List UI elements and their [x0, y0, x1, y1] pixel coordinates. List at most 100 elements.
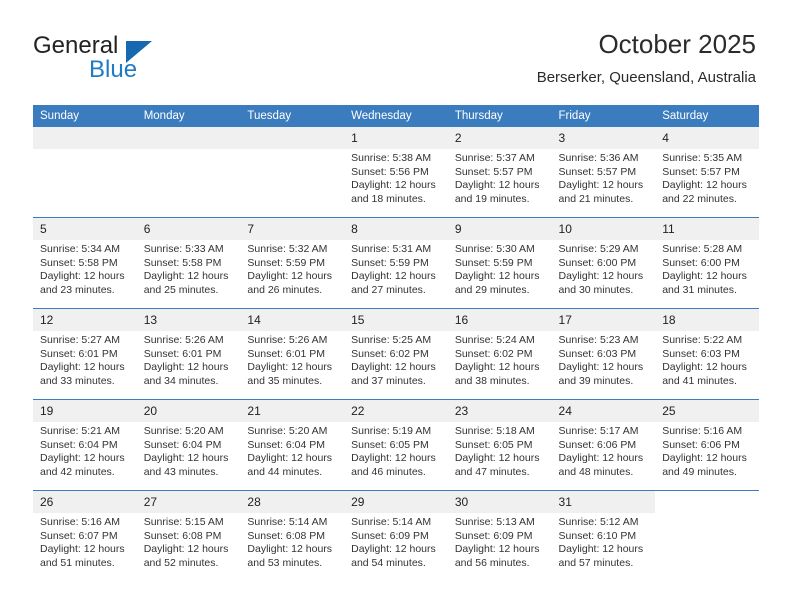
calendar-day-cell[interactable]: 16 Sunrise: 5:24 AM Sunset: 6:02 PM Dayligh…	[447, 308, 552, 400]
daylight-text-line1: Daylight: 12 hours	[558, 361, 644, 373]
sunrise-text: Sunrise: 5:15 AM	[143, 516, 224, 528]
calendar-cell-empty	[240, 127, 345, 218]
day-info: Sunrise: 5:20 AM Sunset: 6:04 PM Daylight:…	[240, 422, 344, 479]
sunrise-text: Sunrise: 5:38 AM	[351, 152, 432, 164]
daylight-text-line2: and 37 minutes.	[351, 374, 426, 387]
day-number: 17	[551, 309, 656, 331]
calendar-day-cell[interactable]: 18 Sunrise: 5:22 AM Sunset: 6:03 PM Dayligh…	[655, 308, 759, 400]
sunrise-sunset-calendar: Sunday Monday Tuesday Wednesday Thursday…	[33, 105, 759, 581]
calendar-day-cell[interactable]: 15 Sunrise: 5:25 AM Sunset: 6:02 PM Dayligh…	[344, 308, 448, 400]
sunrise-text: Sunrise: 5:30 AM	[454, 243, 535, 255]
sunset-text: Sunset: 6:06 PM	[662, 438, 740, 451]
daylight-text-line1: Daylight: 12 hours	[143, 452, 229, 464]
daylight-text-line2: and 26 minutes.	[247, 283, 323, 296]
calendar-day-cell[interactable]: 23 Sunrise: 5:18 AM Sunset: 6:05 PM Dayligh…	[447, 399, 552, 491]
sunset-text: Sunset: 6:10 PM	[558, 529, 637, 542]
calendar-day-cell[interactable]: 30 Sunrise: 5:13 AM Sunset: 6:09 PM Dayligh…	[447, 490, 552, 581]
calendar-day-cell[interactable]: 3 Sunrise: 5:36 AM Sunset: 5:57 PM Daylight…	[551, 127, 656, 218]
day-info: Sunrise: 5:25 AM Sunset: 6:02 PM Daylight:…	[344, 331, 448, 388]
daylight-text-line1: Daylight: 12 hours	[247, 543, 333, 555]
sunset-text: Sunset: 6:05 PM	[351, 438, 429, 451]
calendar-day-cell[interactable]: 17 Sunrise: 5:23 AM Sunset: 6:03 PM Dayligh…	[551, 308, 656, 400]
calendar-day-cell[interactable]: 1 Sunrise: 5:38 AM Sunset: 5:56 PM Daylight…	[344, 127, 448, 218]
daylight-text-line1: Daylight: 12 hours	[247, 452, 333, 464]
calendar-day-cell[interactable]: 13 Sunrise: 5:26 AM Sunset: 6:01 PM Dayligh…	[136, 308, 241, 400]
day-number: 16	[447, 309, 552, 331]
sunset-text: Sunset: 5:59 PM	[351, 256, 429, 269]
daylight-text-line2: and 54 minutes.	[351, 556, 426, 569]
calendar-day-cell[interactable]: 31 Sunrise: 5:12 AM Sunset: 6:10 PM Dayligh…	[551, 490, 656, 581]
calendar-day-cell[interactable]: 19 Sunrise: 5:21 AM Sunset: 6:04 PM Dayligh…	[33, 399, 137, 491]
day-number: 24	[551, 400, 656, 422]
daylight-text-line2: and 19 minutes.	[454, 192, 530, 205]
weekday-header-monday: Monday	[136, 105, 241, 127]
calendar-day-cell[interactable]: 6 Sunrise: 5:33 AM Sunset: 5:58 PM Daylight…	[136, 217, 241, 309]
sunset-text: Sunset: 6:03 PM	[558, 347, 637, 360]
calendar-day-cell[interactable]: 25 Sunrise: 5:16 AM Sunset: 6:06 PM Dayligh…	[655, 399, 759, 491]
daylight-text-line2: and 43 minutes.	[143, 465, 219, 478]
day-number: 12	[33, 309, 137, 331]
calendar-day-cell[interactable]: 26 Sunrise: 5:16 AM Sunset: 6:07 PM Dayligh…	[33, 490, 137, 581]
calendar-day-cell[interactable]: 7 Sunrise: 5:32 AM Sunset: 5:59 PM Daylight…	[240, 217, 345, 309]
day-number: 20	[136, 400, 241, 422]
daylight-text-line2: and 41 minutes.	[662, 374, 737, 387]
sunset-text: Sunset: 6:06 PM	[558, 438, 637, 451]
calendar-day-cell[interactable]: 10 Sunrise: 5:29 AM Sunset: 6:00 PM Dayligh…	[551, 217, 656, 309]
day-info: Sunrise: 5:36 AM Sunset: 5:57 PM Daylight:…	[552, 149, 656, 206]
sunrise-text: Sunrise: 5:19 AM	[351, 425, 432, 437]
calendar-day-cell[interactable]: 14 Sunrise: 5:26 AM Sunset: 6:01 PM Dayligh…	[240, 308, 345, 400]
sunrise-text: Sunrise: 5:24 AM	[454, 334, 535, 346]
daylight-text-line1: Daylight: 12 hours	[143, 361, 229, 373]
daylight-text-line2: and 48 minutes.	[558, 465, 634, 478]
sunrise-text: Sunrise: 5:16 AM	[662, 425, 743, 437]
calendar-day-cell[interactable]: 5 Sunrise: 5:34 AM Sunset: 5:58 PM Daylight…	[33, 217, 137, 309]
day-number: 3	[551, 127, 656, 149]
calendar-day-cell[interactable]: 28 Sunrise: 5:14 AM Sunset: 6:08 PM Dayligh…	[240, 490, 345, 581]
daylight-text-line1: Daylight: 12 hours	[558, 270, 644, 282]
calendar-day-cell[interactable]: 22 Sunrise: 5:19 AM Sunset: 6:05 PM Dayligh…	[344, 399, 448, 491]
sunset-text: Sunset: 5:57 PM	[454, 165, 533, 178]
calendar-day-cell[interactable]: 27 Sunrise: 5:15 AM Sunset: 6:08 PM Dayligh…	[136, 490, 241, 581]
calendar-day-cell[interactable]: 4 Sunrise: 5:35 AM Sunset: 5:57 PM Daylight…	[655, 127, 759, 218]
daylight-text-line1: Daylight: 12 hours	[662, 270, 747, 282]
daylight-text-line1: Daylight: 12 hours	[247, 361, 333, 373]
day-info: Sunrise: 5:38 AM Sunset: 5:56 PM Daylight:…	[344, 149, 448, 206]
general-blue-logo[interactable]: General Blue	[33, 33, 213, 83]
day-number-band	[33, 127, 137, 149]
calendar-day-cell[interactable]: 24 Sunrise: 5:17 AM Sunset: 6:06 PM Dayligh…	[551, 399, 656, 491]
calendar-day-cell[interactable]: 20 Sunrise: 5:20 AM Sunset: 6:04 PM Dayligh…	[136, 399, 241, 491]
sunrise-text: Sunrise: 5:14 AM	[351, 516, 432, 528]
sunrise-text: Sunrise: 5:32 AM	[247, 243, 328, 255]
sunset-text: Sunset: 5:58 PM	[40, 256, 118, 269]
calendar-day-cell[interactable]: 2 Sunrise: 5:37 AM Sunset: 5:57 PM Daylight…	[447, 127, 552, 218]
calendar-day-cell[interactable]: 8 Sunrise: 5:31 AM Sunset: 5:59 PM Daylight…	[344, 217, 448, 309]
sunrise-text: Sunrise: 5:34 AM	[40, 243, 120, 255]
sunrise-text: Sunrise: 5:35 AM	[662, 152, 743, 164]
day-number: 30	[447, 491, 552, 513]
weekday-header-tuesday: Tuesday	[240, 105, 345, 127]
daylight-text-line1: Daylight: 12 hours	[351, 543, 436, 555]
calendar-day-cell[interactable]: 21 Sunrise: 5:20 AM Sunset: 6:04 PM Dayligh…	[240, 399, 345, 491]
daylight-text-line1: Daylight: 12 hours	[351, 270, 436, 282]
daylight-text-line1: Daylight: 12 hours	[558, 452, 644, 464]
sunrise-text: Sunrise: 5:17 AM	[558, 425, 639, 437]
sunrise-text: Sunrise: 5:20 AM	[143, 425, 224, 437]
day-number: 7	[240, 218, 345, 240]
day-info: Sunrise: 5:37 AM Sunset: 5:57 PM Daylight:…	[448, 149, 552, 206]
sunset-text: Sunset: 6:08 PM	[247, 529, 326, 542]
sunset-text: Sunset: 5:59 PM	[454, 256, 533, 269]
calendar-day-cell[interactable]: 12 Sunrise: 5:27 AM Sunset: 6:01 PM Dayligh…	[33, 308, 137, 400]
calendar-cell-empty	[136, 127, 241, 218]
day-info: Sunrise: 5:20 AM Sunset: 6:04 PM Daylight:…	[137, 422, 241, 479]
day-info: Sunrise: 5:24 AM Sunset: 6:02 PM Daylight:…	[448, 331, 552, 388]
calendar-day-cell[interactable]: 9 Sunrise: 5:30 AM Sunset: 5:59 PM Daylight…	[447, 217, 552, 309]
day-info: Sunrise: 5:34 AM Sunset: 5:58 PM Daylight:…	[33, 240, 137, 297]
day-info: Sunrise: 5:32 AM Sunset: 5:59 PM Daylight:…	[240, 240, 344, 297]
calendar-day-cell[interactable]: 29 Sunrise: 5:14 AM Sunset: 6:09 PM Dayligh…	[344, 490, 448, 581]
sunset-text: Sunset: 6:09 PM	[351, 529, 429, 542]
day-info: Sunrise: 5:17 AM Sunset: 6:06 PM Daylight:…	[552, 422, 656, 479]
sunrise-text: Sunrise: 5:36 AM	[558, 152, 639, 164]
sunrise-text: Sunrise: 5:28 AM	[662, 243, 743, 255]
calendar-day-cell[interactable]: 11 Sunrise: 5:28 AM Sunset: 6:00 PM Dayligh…	[655, 217, 759, 309]
calendar-week-row: 1 Sunrise: 5:38 AM Sunset: 5:56 PM Daylight…	[33, 127, 759, 218]
